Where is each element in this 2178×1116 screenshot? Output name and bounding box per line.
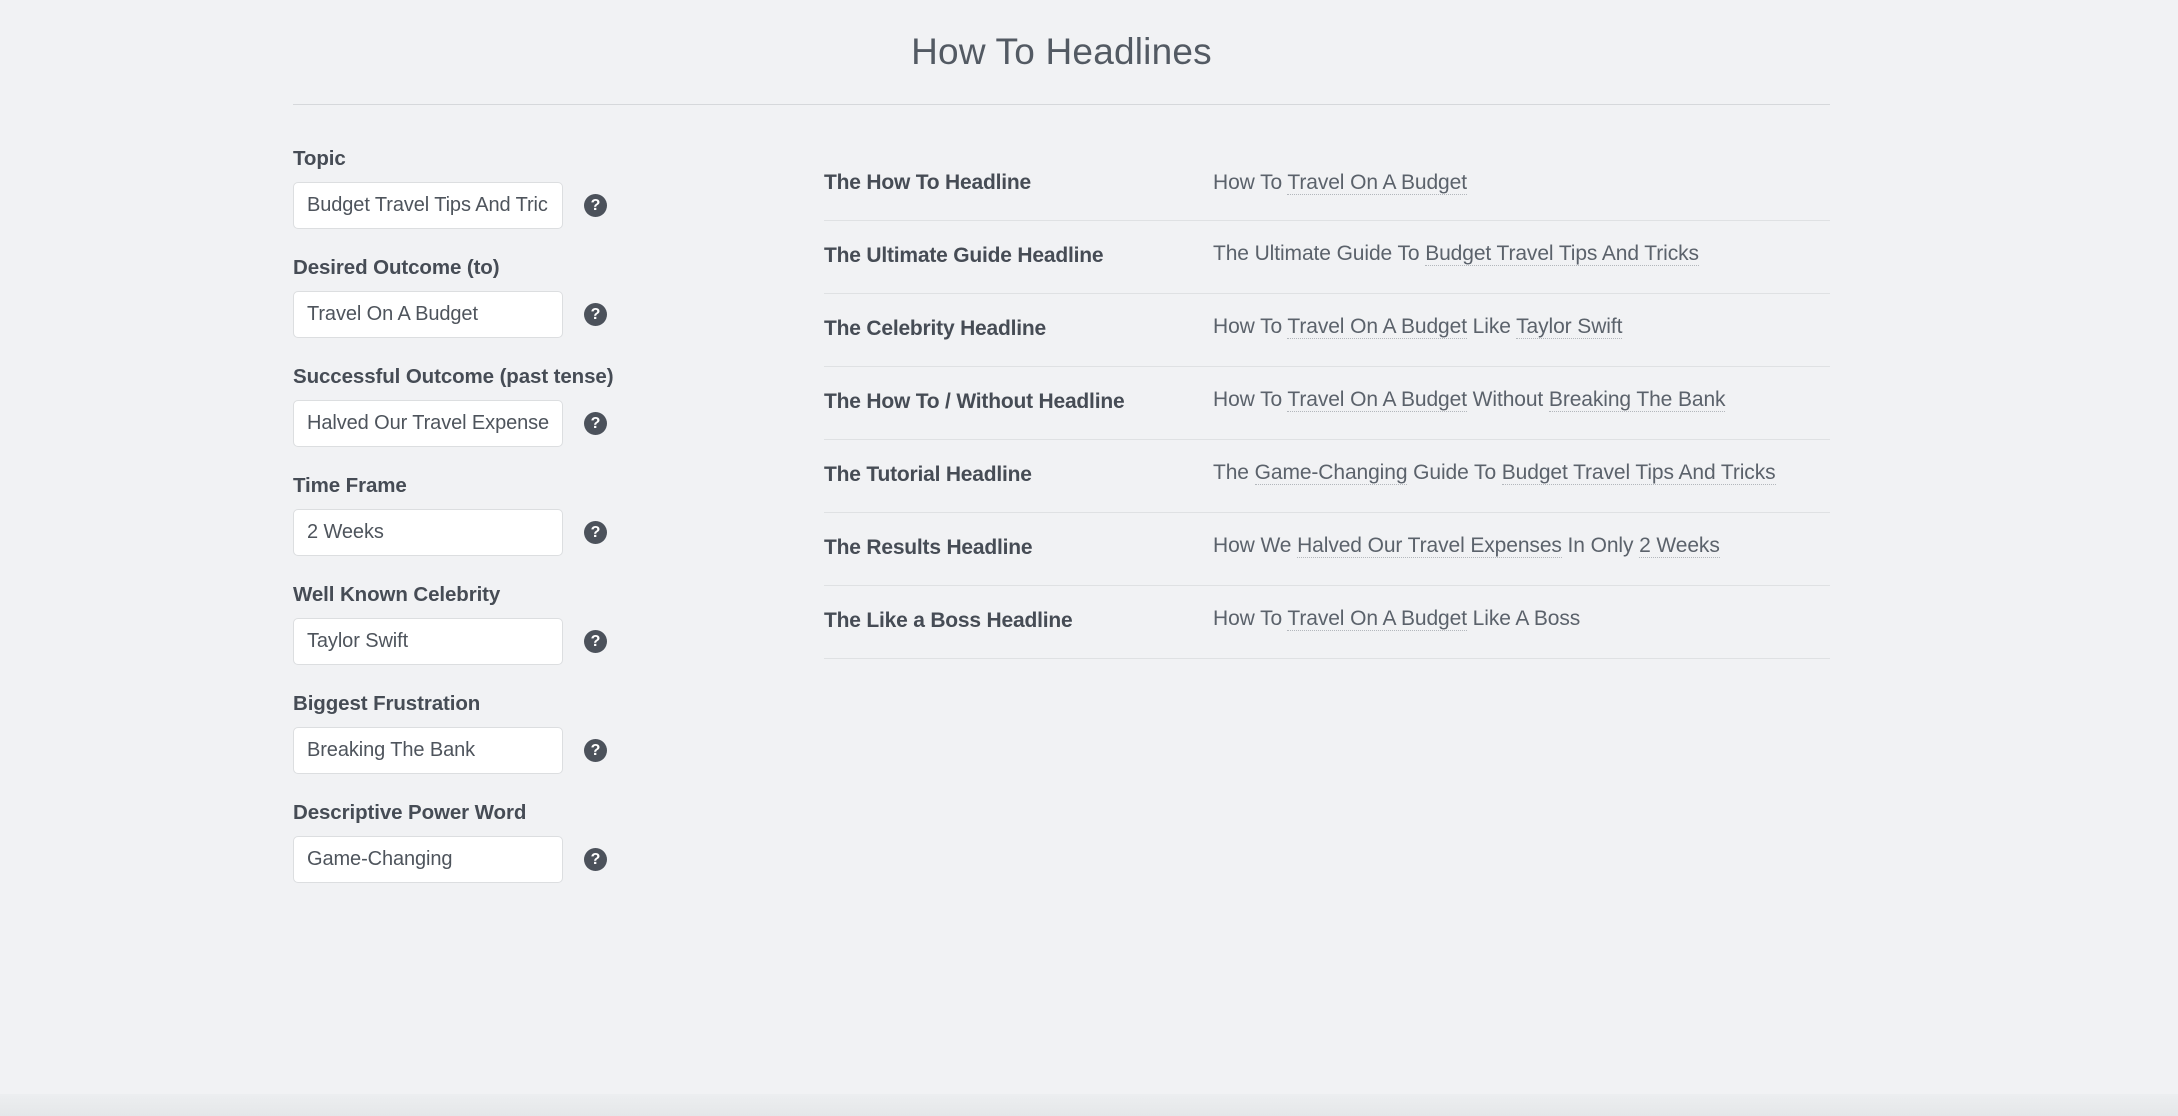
headline-result-row: The Like a Boss Headline How To Travel On… [824, 586, 1830, 659]
headline-variable-segment: Taylor Swift [1516, 314, 1623, 339]
field-descriptive-power-word: Descriptive Power Word? [293, 801, 701, 884]
headline-result-value: How To Travel On A Budget Like Taylor Sw… [1213, 294, 1830, 360]
field-row-descriptive-power-word: ? [293, 836, 701, 884]
field-label-desired-outcome: Desired Outcome (to) [293, 256, 500, 280]
headline-result-label: The Like a Boss Headline [824, 609, 1073, 633]
headline-result-label: The Celebrity Headline [824, 317, 1046, 341]
field-label-successful-outcome: Successful Outcome (past tense) [293, 365, 614, 389]
field-well-known-celebrity: Well Known Celebrity? [293, 583, 701, 666]
headline-result-row: The Celebrity Headline How To Travel On A… [824, 294, 1830, 367]
field-row-desired-outcome: ? [293, 291, 701, 339]
successful-outcome-input[interactable] [293, 400, 563, 448]
help-icon-successful-outcome[interactable]: ? [584, 412, 607, 436]
headline-result-label: The Results Headline [824, 536, 1033, 560]
field-topic: Topic? [293, 147, 701, 230]
headline-result-value: How To Travel On A Budget Like A Boss [1213, 586, 1830, 652]
page-bottom-edge [0, 1094, 2178, 1116]
headline-result-value: How We Halved Our Travel Expenses In Onl… [1213, 513, 1830, 579]
desired-outcome-input[interactable] [293, 291, 563, 339]
headline-result-label: The How To / Without Headline [824, 390, 1125, 414]
page-content: How To Headlines Topic?Desired Outcome (… [293, 0, 1830, 884]
headline-variable-segment: Breaking The Bank [1548, 387, 1726, 412]
headline-static-segment: Like [1466, 314, 1517, 338]
headline-variable-segment: Travel On A Budget [1287, 171, 1467, 196]
help-icon-time-frame[interactable]: ? [584, 521, 607, 545]
headline-variable-segment: 2 Weeks [1639, 533, 1720, 558]
headline-result-value: How To Travel On A Budget Without Breaki… [1213, 367, 1830, 433]
headline-result-row: The Ultimate Guide Headline The Ultimate … [824, 221, 1830, 294]
time-frame-input[interactable] [293, 509, 563, 557]
headline-variable-segment: Budget Travel Tips And Tricks [1425, 241, 1699, 266]
descriptive-power-word-input[interactable] [293, 836, 563, 884]
topic-input[interactable] [293, 182, 563, 230]
help-icon-well-known-celebrity[interactable]: ? [584, 630, 607, 654]
headline-result-label: The How To Headline [824, 171, 1031, 195]
field-row-well-known-celebrity: ? [293, 618, 701, 666]
biggest-frustration-input[interactable] [293, 727, 563, 775]
headline-static-segment: Like A Boss [1466, 606, 1581, 630]
help-icon-biggest-frustration[interactable]: ? [584, 739, 607, 763]
help-icon-topic[interactable]: ? [584, 194, 607, 218]
field-label-biggest-frustration: Biggest Frustration [293, 692, 481, 716]
help-icon-desired-outcome[interactable]: ? [584, 303, 607, 327]
field-successful-outcome: Successful Outcome (past tense)? [293, 365, 701, 448]
headline-static-segment: How To [1213, 171, 1288, 195]
headline-result-value: How To Travel On A Budget [1213, 147, 1830, 219]
field-label-time-frame: Time Frame [293, 474, 407, 498]
headline-variable-segment: Game-Changing [1254, 460, 1408, 485]
headline-result-label: The Ultimate Guide Headline [824, 244, 1104, 268]
headline-static-segment: How To [1213, 314, 1288, 338]
page-title: How To Headlines [911, 31, 1212, 72]
field-label-descriptive-power-word: Descriptive Power Word [293, 801, 527, 825]
app-page: How To Headlines Topic?Desired Outcome (… [0, 0, 2178, 1116]
headline-result-value: The Ultimate Guide To Budget Travel Tips… [1213, 221, 1830, 287]
generated-headlines-panel: The How To Headline How To Travel On A Bu… [824, 147, 1830, 659]
headline-variable-segment: Travel On A Budget [1287, 606, 1467, 631]
headline-result-row: The How To / Without Headline How To Trav… [824, 367, 1830, 440]
headline-variable-segment: Travel On A Budget [1287, 314, 1467, 339]
headline-result-row: The Results Headline How We Halved Our Tr… [824, 513, 1830, 586]
headline-variable-segment: Halved Our Travel Expenses [1297, 533, 1562, 558]
well-known-celebrity-input[interactable] [293, 618, 563, 666]
field-desired-outcome: Desired Outcome (to)? [293, 256, 701, 339]
headline-variable-segment: Budget Travel Tips And Tricks [1501, 460, 1776, 485]
headline-variable-segment: Travel On A Budget [1287, 387, 1467, 412]
input-form-panel: Topic?Desired Outcome (to)?Successful Ou… [293, 147, 701, 884]
headline-result-value: The Game-Changing Guide To Budget Travel… [1213, 440, 1830, 506]
headline-static-segment: The [1213, 460, 1255, 484]
headline-static-segment: Without [1466, 387, 1549, 411]
field-label-topic: Topic [293, 147, 346, 171]
field-row-biggest-frustration: ? [293, 727, 701, 775]
headline-static-segment: The Ultimate Guide To [1213, 241, 1426, 265]
field-row-topic: ? [293, 182, 701, 230]
headline-static-segment: How We [1213, 533, 1298, 557]
headline-static-segment: How To [1213, 606, 1288, 630]
headline-result-row: The How To Headline How To Travel On A Bu… [824, 147, 1830, 221]
help-icon-descriptive-power-word[interactable]: ? [584, 848, 607, 872]
headline-static-segment: How To [1213, 387, 1288, 411]
field-row-successful-outcome: ? [293, 400, 701, 448]
headline-static-segment: Guide To [1407, 460, 1502, 484]
headline-result-row: The Tutorial Headline The Game-Changing G… [824, 440, 1830, 513]
headline-result-label: The Tutorial Headline [824, 463, 1032, 487]
body-grid: Topic?Desired Outcome (to)?Successful Ou… [293, 105, 1830, 884]
field-row-time-frame: ? [293, 509, 701, 557]
field-time-frame: Time Frame? [293, 474, 701, 557]
field-biggest-frustration: Biggest Frustration? [293, 692, 701, 775]
field-label-well-known-celebrity: Well Known Celebrity [293, 583, 501, 607]
headline-static-segment: In Only [1561, 533, 1640, 557]
